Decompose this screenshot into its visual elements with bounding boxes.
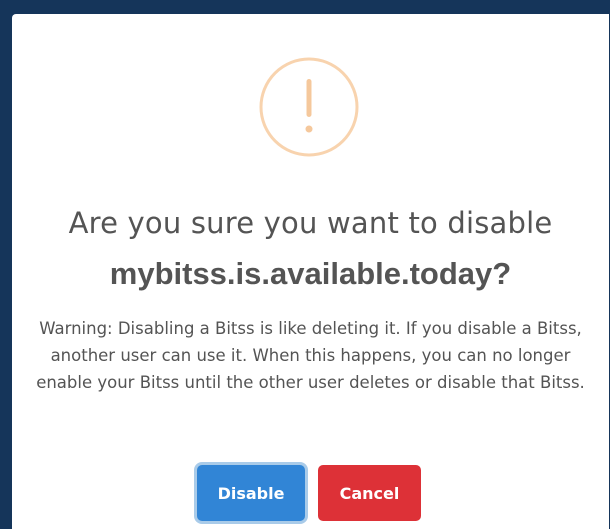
dialog-actions: Disable Cancel xyxy=(12,465,609,521)
disable-button[interactable]: Disable xyxy=(197,465,305,521)
confirm-dialog: Are you sure you want to disable mybitss… xyxy=(12,14,609,529)
modal-backdrop: Are you sure you want to disable mybitss… xyxy=(0,0,610,529)
cancel-button[interactable]: Cancel xyxy=(318,465,421,521)
warning-icon xyxy=(259,57,359,157)
domain-name: mybitss.is.available.today? xyxy=(109,256,512,291)
warning-text: Warning: Disabling a Bitss is like delet… xyxy=(36,319,585,392)
dialog-title: Are you sure you want to disable xyxy=(68,206,553,240)
